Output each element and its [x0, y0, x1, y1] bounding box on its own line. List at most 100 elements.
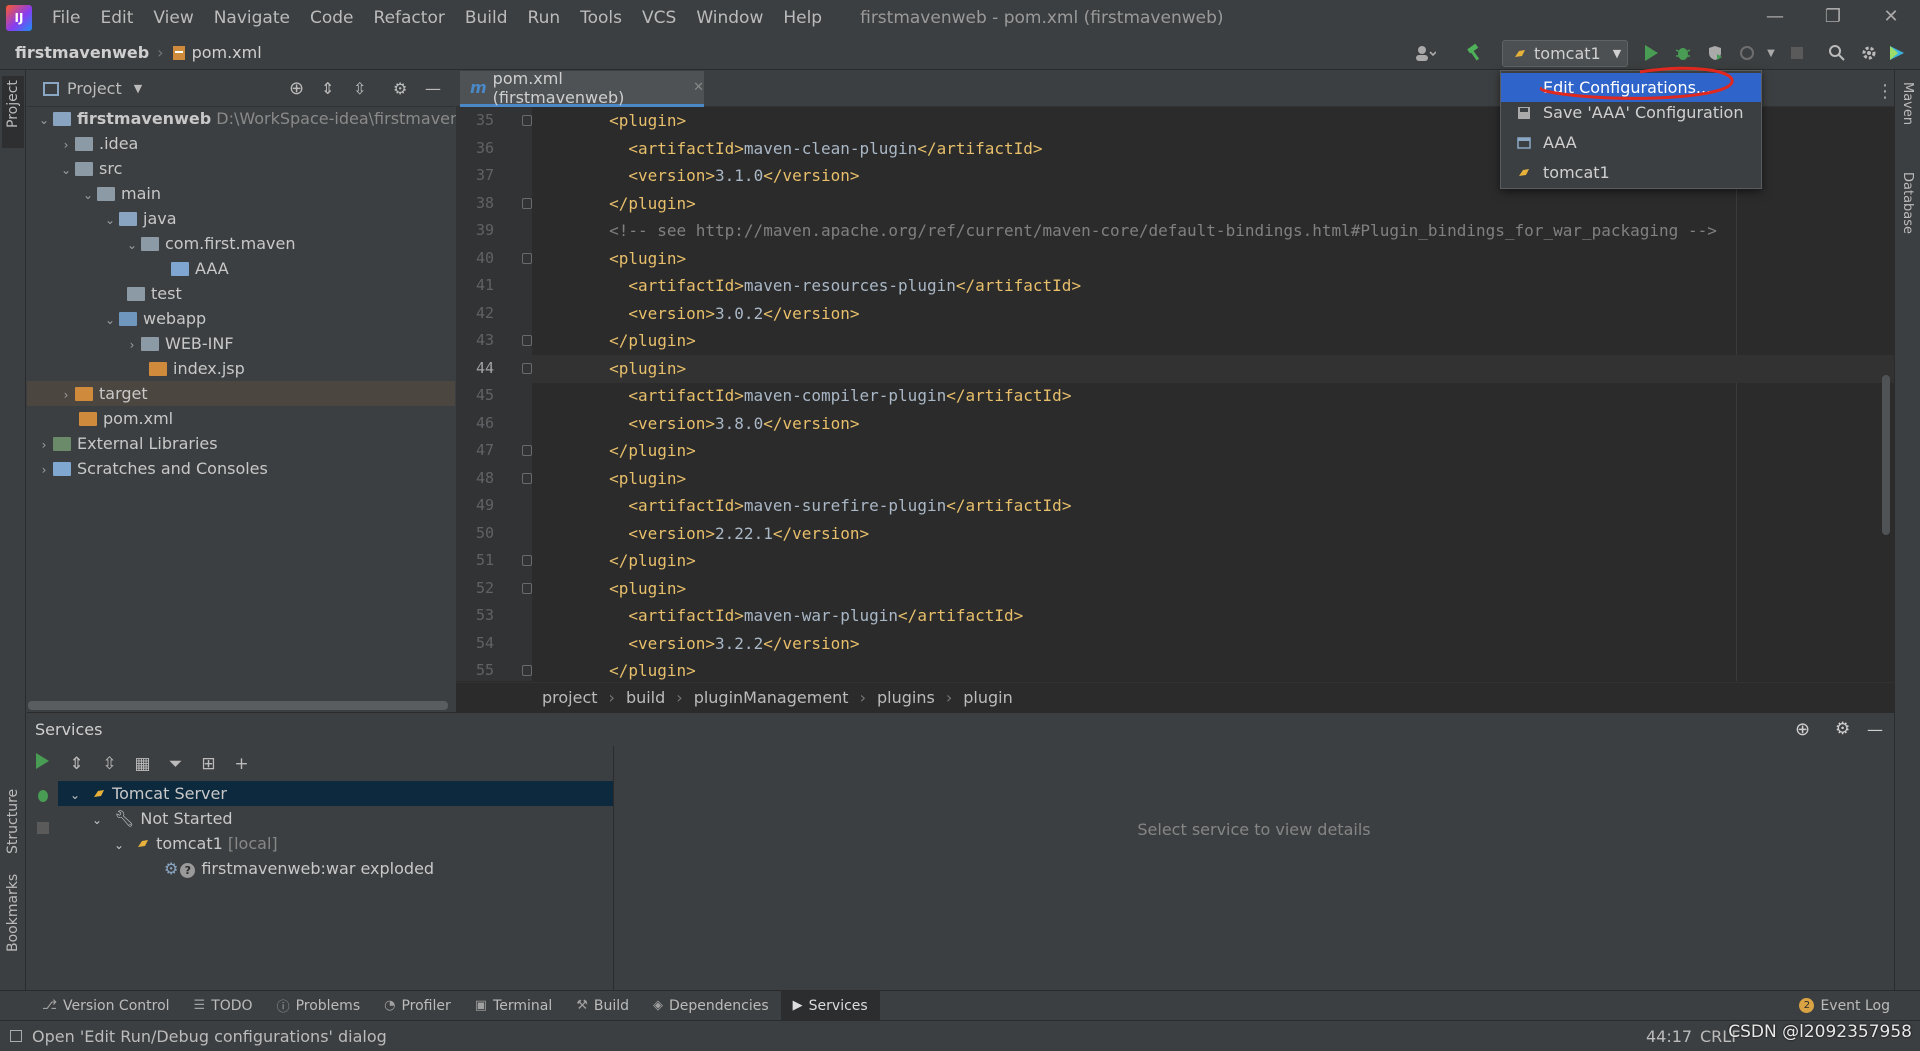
- fold-marker-icon[interactable]: [522, 583, 532, 594]
- code-line[interactable]: <plugin>: [532, 575, 686, 603]
- fold-marker-icon[interactable]: [522, 665, 532, 676]
- service-tree-item[interactable]: ⚙?firstmavenweb:war exploded: [58, 856, 613, 881]
- locate-icon[interactable]: ⊕: [289, 78, 304, 99]
- menu-build[interactable]: Build: [465, 8, 508, 28]
- nav-file[interactable]: pom.xml: [192, 43, 262, 62]
- service-tree-item[interactable]: ⌄tomcat1 [local]: [58, 831, 613, 856]
- services-tab[interactable]: ▶Services: [781, 991, 880, 1021]
- gear-icon[interactable]: ⚙: [393, 79, 407, 98]
- build-hammer-icon[interactable]: [1464, 42, 1486, 64]
- terminal-tab[interactable]: ▣Terminal: [463, 991, 564, 1021]
- menu-run[interactable]: Run: [528, 8, 561, 28]
- code-line[interactable]: <plugin>: [532, 355, 686, 383]
- close-button[interactable]: ✕: [1862, 0, 1920, 36]
- add-service-icon[interactable]: +: [225, 754, 258, 774]
- code-line[interactable]: <artifactId>maven-resources-plugin</arti…: [532, 272, 1081, 300]
- menu-tools[interactable]: Tools: [580, 8, 622, 28]
- fold-marker-icon[interactable]: [522, 555, 532, 566]
- profiler-tab[interactable]: ◔Profiler: [372, 991, 463, 1021]
- service-tree-item[interactable]: ⌄Tomcat Server: [58, 781, 613, 806]
- code-line[interactable]: <version>3.2.2</version>: [532, 630, 860, 658]
- code-line[interactable]: <version>3.8.0</version>: [532, 410, 860, 438]
- fold-marker-icon[interactable]: [522, 253, 532, 264]
- tree-item[interactable]: ⌄com.first.maven: [27, 231, 455, 256]
- problems-tab[interactable]: ⓘProblems: [265, 991, 373, 1021]
- database-tool-tab[interactable]: Database: [1900, 172, 1915, 234]
- breadcrumb-item[interactable]: pluginManagement: [694, 688, 849, 707]
- stop-icon[interactable]: [36, 820, 54, 838]
- fold-marker-icon[interactable]: [522, 115, 532, 126]
- code-line[interactable]: <version>2.22.1</version>: [532, 520, 869, 548]
- menu-file[interactable]: File: [52, 8, 80, 28]
- tree-item[interactable]: ›target: [27, 381, 455, 406]
- menu-edit[interactable]: Edit: [100, 8, 133, 28]
- menu-vcs[interactable]: VCS: [642, 8, 676, 28]
- version-control-tab[interactable]: ⎇Version Control: [30, 991, 182, 1021]
- code-line[interactable]: <!-- see http://maven.apache.org/ref/cur…: [532, 217, 1717, 245]
- chevron-down-icon[interactable]: ▼: [134, 82, 142, 95]
- code-line[interactable]: </plugin>: [532, 657, 696, 685]
- menu-refactor[interactable]: Refactor: [374, 8, 445, 28]
- nav-project[interactable]: firstmavenweb: [15, 43, 149, 62]
- fold-marker-icon[interactable]: [522, 473, 532, 484]
- expand-all-icon[interactable]: ⇕: [321, 79, 334, 98]
- code-line[interactable]: </plugin>: [532, 327, 696, 355]
- menu-navigate[interactable]: Navigate: [214, 8, 290, 28]
- locate-icon[interactable]: ⊕: [1795, 719, 1810, 740]
- project-panel-title[interactable]: Project: [67, 79, 122, 98]
- code-line[interactable]: </plugin>: [532, 437, 696, 465]
- more-run-chevron-icon[interactable]: ▼: [1760, 42, 1782, 64]
- tree-item[interactable]: AAA: [27, 256, 455, 281]
- hide-panel-icon[interactable]: —: [1867, 720, 1883, 739]
- jetbrains-toolbox-icon[interactable]: [1886, 42, 1908, 64]
- code-line[interactable]: <artifactId>maven-war-plugin</artifactId…: [532, 602, 1023, 630]
- menu-code[interactable]: Code: [310, 8, 354, 28]
- menu-window[interactable]: Window: [696, 8, 763, 28]
- hide-panel-icon[interactable]: —: [425, 79, 441, 98]
- horizontal-scrollbar[interactable]: [28, 701, 448, 710]
- editor-tab[interactable]: m pom.xml (firstmavenweb) ✕: [460, 71, 704, 107]
- minimize-button[interactable]: —: [1746, 0, 1804, 36]
- settings-gear-icon[interactable]: [1858, 42, 1880, 64]
- new-tab-icon[interactable]: ⊞: [192, 754, 225, 774]
- fold-marker-icon[interactable]: [522, 445, 532, 456]
- code-line[interactable]: <artifactId>maven-surefire-plugin</artif…: [532, 492, 1071, 520]
- tree-item[interactable]: ⌄java: [27, 206, 455, 231]
- vertical-scrollbar[interactable]: [1882, 375, 1890, 535]
- bookmarks-tool-tab[interactable]: Bookmarks: [5, 874, 21, 952]
- tree-item[interactable]: ›Scratches and Consoles: [27, 456, 455, 481]
- event-log-tab[interactable]: 2Event Log: [1787, 991, 1902, 1021]
- fold-marker-icon[interactable]: [522, 198, 532, 209]
- service-tree-item[interactable]: ⌄🔧︎Not Started: [58, 806, 613, 831]
- breadcrumb-item[interactable]: plugins: [877, 688, 935, 707]
- filter-icon[interactable]: ⏷: [159, 754, 192, 774]
- breadcrumb-item[interactable]: build: [626, 688, 665, 707]
- build-tab[interactable]: ⚒Build: [564, 991, 641, 1021]
- tree-item[interactable]: ›WEB-INF: [27, 331, 455, 356]
- tree-item[interactable]: pom.xml: [27, 406, 455, 431]
- group-by-icon[interactable]: ▦: [126, 754, 159, 774]
- account-icon[interactable]: [1414, 42, 1436, 64]
- tomcat1-config-item[interactable]: tomcat1: [1501, 158, 1761, 187]
- gear-icon[interactable]: ⚙: [1835, 719, 1850, 739]
- close-tab-icon[interactable]: ✕: [693, 80, 704, 95]
- menu-view[interactable]: View: [153, 8, 193, 28]
- code-line[interactable]: <plugin>: [532, 465, 686, 493]
- tree-item[interactable]: index.jsp: [27, 356, 455, 381]
- code-line[interactable]: <plugin>: [532, 245, 686, 273]
- restore-button[interactable]: ❐: [1804, 0, 1862, 36]
- tree-item[interactable]: ⌄src: [27, 156, 455, 181]
- aaa-config-item[interactable]: AAA: [1501, 128, 1761, 157]
- layout-toggle-icon[interactable]: [10, 1030, 22, 1042]
- breadcrumb-item[interactable]: plugin: [963, 688, 1012, 707]
- structure-tool-tab[interactable]: Structure: [5, 789, 21, 854]
- code-line[interactable]: <artifactId>maven-compiler-plugin</artif…: [532, 382, 1071, 410]
- tree-item[interactable]: ⌄webapp: [27, 306, 455, 331]
- tree-item[interactable]: ⌄firstmavenweb D:\WorkSpace-idea\firstma…: [27, 106, 455, 131]
- caret-position[interactable]: 44:17: [1646, 1027, 1692, 1046]
- dependencies-tab[interactable]: ◈Dependencies: [641, 991, 781, 1021]
- breadcrumb-item[interactable]: project: [542, 688, 598, 707]
- code-line[interactable]: </plugin>: [532, 190, 696, 218]
- run-icon[interactable]: [34, 752, 56, 774]
- code-line[interactable]: <artifactId>maven-clean-plugin</artifact…: [532, 135, 1043, 163]
